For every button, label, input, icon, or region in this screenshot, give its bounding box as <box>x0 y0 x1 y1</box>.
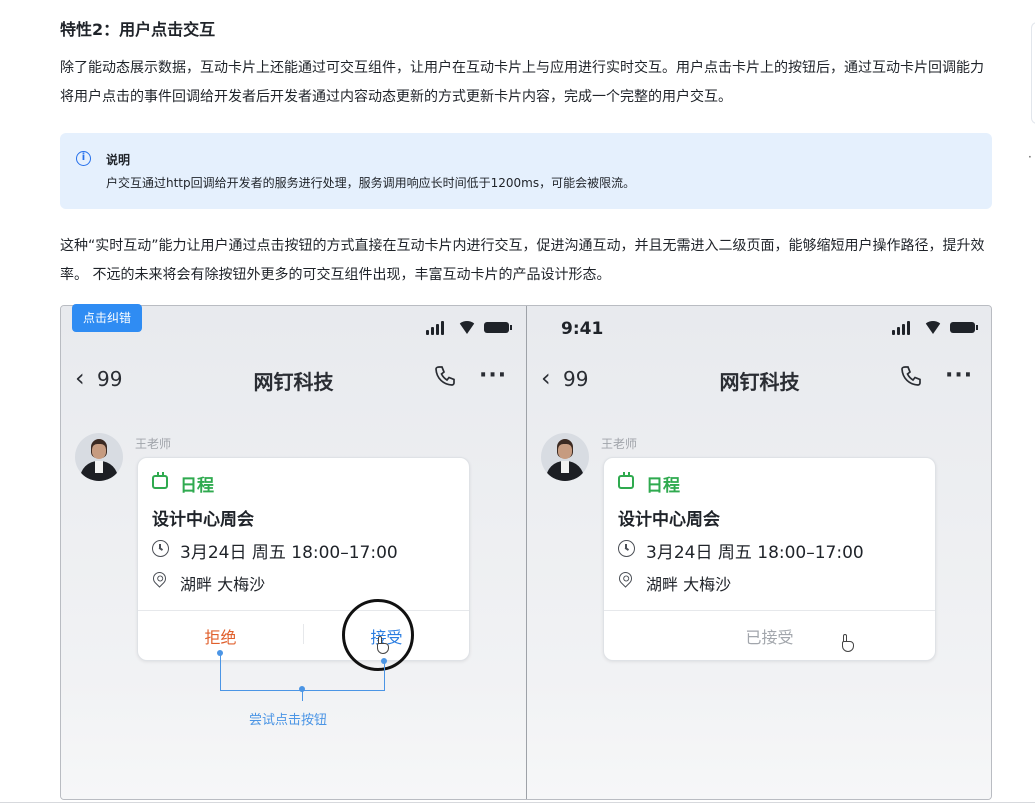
more-icon[interactable]: ··· <box>945 363 973 388</box>
sender-name: 王老师 <box>135 437 172 451</box>
card-location: 湖畔 大梅沙 <box>180 575 266 594</box>
card-label: 日程 <box>180 476 214 496</box>
phone-after-click: 9:41 ‹ 99 网钉科技 ··· 王老师 日程 设计中心周会 3月24日 周… <box>527 306 991 799</box>
accepted-button[interactable]: 已接受 <box>604 624 935 648</box>
sender-name: 王老师 <box>601 437 638 451</box>
phone-before-click: ‹ 99 网钉科技 ··· 王老师 日程 设计中心周会 3月24日 周五 18:… <box>61 306 526 799</box>
avatar <box>541 433 589 481</box>
status-icons <box>426 321 512 335</box>
calendar-icon <box>618 472 634 489</box>
card-label: 日程 <box>646 476 680 496</box>
status-icons <box>892 321 978 335</box>
note-text: 户交互通过http回调给开发者的服务进行处理，服务调用响应长时间低于1200ms… <box>106 176 636 190</box>
reject-button[interactable]: 拒绝 <box>138 624 303 648</box>
card-title: 设计中心周会 <box>152 510 254 530</box>
guide-dot <box>299 686 305 692</box>
bottom-divider <box>0 802 1035 803</box>
pointer-hand-icon <box>838 634 856 654</box>
info-icon: i <box>76 151 91 166</box>
wifi-icon <box>924 321 942 334</box>
schedule-card: 日程 设计中心周会 3月24日 周五 18:00–17:00 湖畔 大梅沙 拒绝… <box>137 457 470 661</box>
more-icon[interactable]: ··· <box>479 363 507 388</box>
guide-line <box>220 653 221 691</box>
side-panel-glyph: · <box>1028 150 1032 164</box>
call-icon[interactable] <box>899 364 923 388</box>
card-title: 设计中心周会 <box>618 510 720 530</box>
battery-icon <box>950 322 978 333</box>
location-pin-icon <box>616 569 635 588</box>
wifi-icon <box>458 321 476 334</box>
clock-icon <box>618 540 635 557</box>
clock-icon <box>152 540 169 557</box>
location-pin-icon <box>150 569 169 588</box>
card-location: 湖畔 大梅沙 <box>646 575 732 594</box>
avatar <box>75 433 123 481</box>
status-time: 9:41 <box>561 319 604 339</box>
schedule-card: 日程 设计中心周会 3月24日 周五 18:00–17:00 湖畔 大梅沙 已接… <box>603 457 936 661</box>
click-highlight-ring <box>342 599 414 671</box>
guide-dot <box>381 658 387 664</box>
section-heading: 特性2：用户点击交互 <box>60 20 216 39</box>
intro-paragraph: 除了能动态展示数据，互动卡片上还能通过可交互组件，让用户在互动卡片上与应用进行实… <box>60 60 984 105</box>
report-error-button[interactable]: 点击纠错 <box>72 304 142 332</box>
detail-paragraph: 这种“实时互动”能力让用户通过点击按钮的方式直接在互动卡片内进行交互，促进沟通互… <box>60 238 985 283</box>
card-time: 3月24日 周五 18:00–17:00 <box>646 543 864 563</box>
interaction-demo-image: ‹ 99 网钉科技 ··· 王老师 日程 设计中心周会 3月24日 周五 18:… <box>60 305 992 800</box>
card-divider <box>604 610 935 611</box>
battery-icon <box>484 322 512 333</box>
note-title: 说明 <box>106 153 131 167</box>
calendar-icon <box>152 472 168 489</box>
card-divider <box>138 610 469 611</box>
call-icon[interactable] <box>433 364 457 388</box>
pointer-hand-icon <box>373 636 391 656</box>
guide-dot <box>217 650 223 656</box>
guide-text: 尝试点击按钮 <box>249 713 328 728</box>
card-time: 3月24日 周五 18:00–17:00 <box>180 543 398 563</box>
info-note: i 说明 户交互通过http回调给开发者的服务进行处理，服务调用响应长时间低于1… <box>60 133 992 209</box>
side-panel-edge <box>1031 22 1035 124</box>
guide-line <box>384 661 385 691</box>
